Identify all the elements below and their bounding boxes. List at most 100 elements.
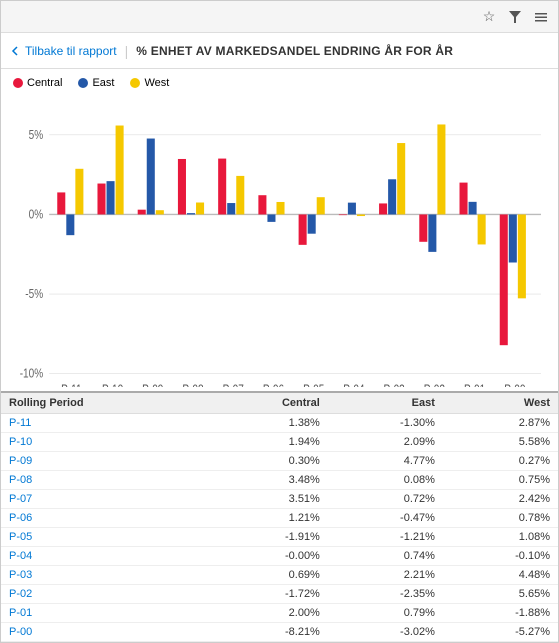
svg-text:5%: 5% bbox=[29, 128, 44, 143]
bar bbox=[138, 210, 146, 215]
cell-period: P-05 bbox=[1, 528, 206, 547]
central-dot bbox=[13, 78, 23, 88]
cell-central: -1.72% bbox=[206, 585, 328, 604]
svg-text:P-00: P-00 bbox=[504, 382, 526, 387]
cell-period: P-03 bbox=[1, 566, 206, 585]
header: Tilbake til rapport | % ENHET AV MARKEDS… bbox=[1, 33, 558, 69]
bar bbox=[509, 214, 517, 262]
cell-period: P-10 bbox=[1, 433, 206, 452]
cell-period: P-11 bbox=[1, 414, 206, 433]
toolbar: ☆ bbox=[1, 1, 558, 33]
svg-text:0%: 0% bbox=[29, 207, 44, 222]
cell-west: 0.75% bbox=[443, 471, 558, 490]
bar bbox=[437, 124, 445, 214]
chart-wrapper: 5% 0% -5% -10% bbox=[13, 95, 546, 387]
back-label: Tilbake til rapport bbox=[25, 44, 117, 58]
bar bbox=[388, 179, 396, 214]
cell-period: P-04 bbox=[1, 547, 206, 566]
filter-icon[interactable] bbox=[506, 8, 524, 26]
bar bbox=[156, 210, 164, 214]
bar bbox=[299, 214, 307, 244]
bar bbox=[178, 159, 186, 214]
cell-east: 0.79% bbox=[328, 604, 443, 623]
table-row: P-061.21%-0.47%0.78% bbox=[1, 509, 558, 528]
bar bbox=[500, 214, 508, 345]
cell-central: -8.21% bbox=[206, 623, 328, 642]
col-period: Rolling Period bbox=[1, 393, 206, 414]
more-icon[interactable] bbox=[532, 8, 550, 26]
bar bbox=[397, 143, 405, 214]
cell-west: -0.10% bbox=[443, 547, 558, 566]
main-container: ☆ Tilbake til rapport | % ENHET AV MARKE… bbox=[0, 0, 559, 643]
cell-period: P-02 bbox=[1, 585, 206, 604]
col-east: East bbox=[328, 393, 443, 414]
west-dot bbox=[130, 78, 140, 88]
table-row: P-090.30%4.77%0.27% bbox=[1, 452, 558, 471]
cell-central: -1.91% bbox=[206, 528, 328, 547]
bar bbox=[518, 214, 526, 298]
cell-east: 0.74% bbox=[328, 547, 443, 566]
cell-west: 2.42% bbox=[443, 490, 558, 509]
svg-text:P-08: P-08 bbox=[182, 382, 204, 387]
svg-text:P-09: P-09 bbox=[142, 382, 163, 387]
legend-east: East bbox=[78, 77, 114, 89]
data-table: Rolling Period Central East West P-111.3… bbox=[1, 393, 558, 642]
svg-text:-10%: -10% bbox=[20, 366, 44, 381]
table-row: P-00-8.21%-3.02%-5.27% bbox=[1, 623, 558, 642]
legend-west-label: West bbox=[144, 77, 169, 89]
cell-west: 1.08% bbox=[443, 528, 558, 547]
col-west: West bbox=[443, 393, 558, 414]
col-central: Central bbox=[206, 393, 328, 414]
bar bbox=[469, 202, 477, 215]
cell-east: -1.21% bbox=[328, 528, 443, 547]
bar bbox=[75, 169, 83, 215]
header-divider: | bbox=[125, 43, 129, 59]
cell-period: P-01 bbox=[1, 604, 206, 623]
bar bbox=[379, 203, 387, 214]
bar bbox=[357, 214, 365, 216]
cell-period: P-00 bbox=[1, 623, 206, 642]
bar bbox=[196, 203, 204, 215]
cell-central: 1.21% bbox=[206, 509, 328, 528]
cell-west: -1.88% bbox=[443, 604, 558, 623]
table-body: P-111.38%-1.30%2.87%P-101.94%2.09%5.58%P… bbox=[1, 414, 558, 642]
cell-east: 0.72% bbox=[328, 490, 443, 509]
cell-east: -0.47% bbox=[328, 509, 443, 528]
page-title: % ENHET AV MARKEDSANDEL ENDRING ÅR FOR Å… bbox=[136, 44, 453, 58]
bar bbox=[348, 203, 356, 215]
cell-west: 0.78% bbox=[443, 509, 558, 528]
cell-east: 0.08% bbox=[328, 471, 443, 490]
table-row: P-030.69%2.21%4.48% bbox=[1, 566, 558, 585]
cell-central: 1.94% bbox=[206, 433, 328, 452]
chart-legend: Central East West bbox=[13, 77, 546, 89]
bar bbox=[419, 214, 427, 241]
table-row: P-04-0.00%0.74%-0.10% bbox=[1, 547, 558, 566]
table-row: P-073.51%0.72%2.42% bbox=[1, 490, 558, 509]
east-dot bbox=[78, 78, 88, 88]
cell-east: 2.21% bbox=[328, 566, 443, 585]
svg-text:P-02: P-02 bbox=[424, 382, 445, 387]
table-row: P-111.38%-1.30%2.87% bbox=[1, 414, 558, 433]
cell-west: 2.87% bbox=[443, 414, 558, 433]
data-table-section: Rolling Period Central East West P-111.3… bbox=[1, 391, 558, 642]
legend-central-label: Central bbox=[27, 77, 62, 89]
bar bbox=[116, 126, 124, 215]
bar bbox=[460, 183, 468, 215]
svg-text:P-10: P-10 bbox=[102, 382, 124, 387]
cell-central: -0.00% bbox=[206, 547, 328, 566]
cell-west: 5.58% bbox=[443, 433, 558, 452]
cell-central: 3.48% bbox=[206, 471, 328, 490]
pin-icon[interactable]: ☆ bbox=[480, 8, 498, 26]
bar bbox=[218, 159, 226, 215]
bar bbox=[107, 181, 115, 214]
cell-west: 4.48% bbox=[443, 566, 558, 585]
bar bbox=[276, 202, 284, 214]
back-button[interactable]: Tilbake til rapport bbox=[9, 44, 117, 58]
bar bbox=[317, 197, 325, 214]
bar bbox=[187, 213, 195, 214]
cell-central: 1.38% bbox=[206, 414, 328, 433]
svg-text:P-07: P-07 bbox=[223, 382, 244, 387]
bar bbox=[57, 192, 65, 214]
cell-east: 4.77% bbox=[328, 452, 443, 471]
cell-period: P-08 bbox=[1, 471, 206, 490]
